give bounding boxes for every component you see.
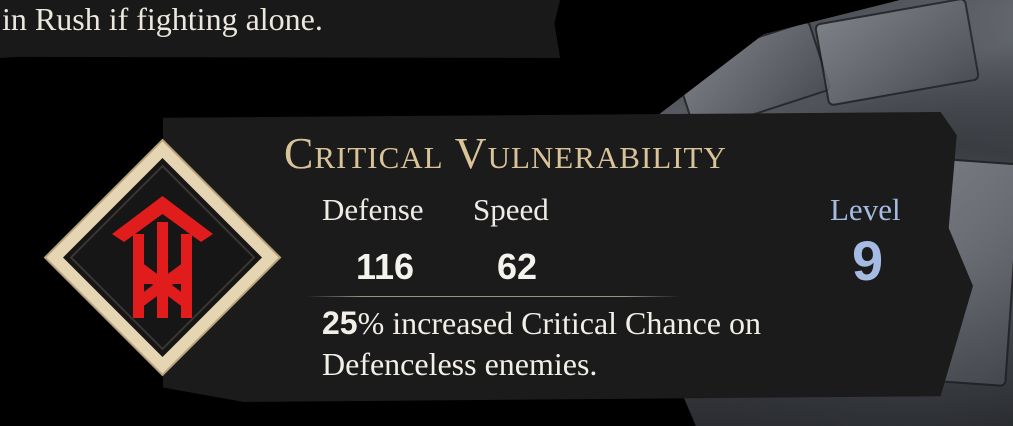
- speed-label: Speed: [473, 192, 549, 227]
- divider: [306, 296, 680, 297]
- defense-label: Defense: [322, 192, 424, 227]
- armor-plate: [813, 0, 981, 107]
- previous-ability-text: in Rush if fighting alone.: [2, 1, 323, 37]
- ability-emblem: [41, 136, 284, 379]
- ability-title: Critical Vulnerability: [284, 129, 727, 178]
- ability-description: 25% increased Critical Chance on Defence…: [322, 303, 882, 385]
- speed-value: 62: [497, 246, 538, 287]
- level-value: 9: [852, 229, 884, 292]
- rune-tower-icon: [43, 138, 282, 377]
- description-text: % increased Critical Chance on Defencele…: [322, 305, 761, 382]
- previous-ability-description: in Rush if fighting alone.: [0, 0, 560, 58]
- description-value: 25: [322, 305, 358, 341]
- defense-value: 116: [356, 246, 415, 287]
- level-label: Level: [830, 192, 901, 227]
